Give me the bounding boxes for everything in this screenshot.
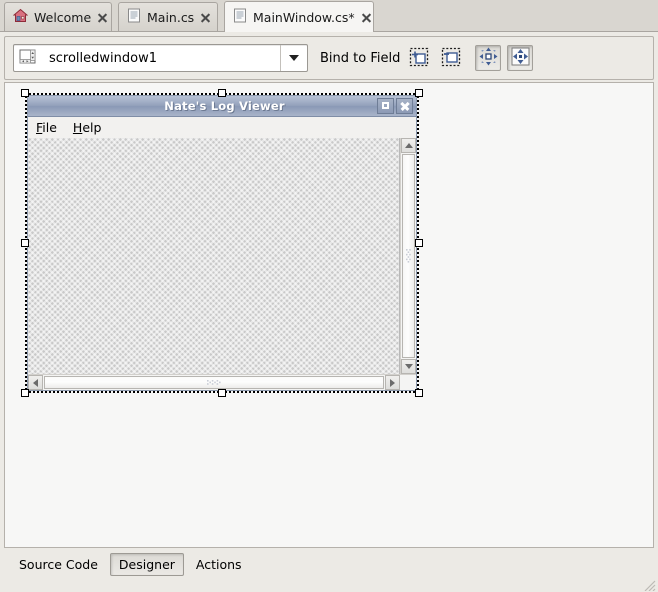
move-widget-button[interactable] [475, 45, 502, 71]
mock-window-title: Nate's Log Viewer [164, 99, 285, 113]
selection-handle-top-left[interactable] [21, 89, 29, 97]
scrolledwindow-widget[interactable] [28, 138, 416, 390]
chevron-down-icon[interactable] [281, 45, 307, 71]
view-tab-actions[interactable]: Actions [187, 553, 251, 576]
move-arrows-icon [479, 47, 498, 69]
titlebar-button-group [377, 98, 416, 114]
horizontal-scrollbar-thumb[interactable] [44, 376, 384, 389]
vertical-scrollbar[interactable] [400, 138, 416, 374]
mock-window-preview[interactable]: Nate's Log Viewer File Help [27, 95, 417, 391]
mock-window-menubar: File Help [28, 117, 416, 138]
insert-box-icon [441, 47, 461, 70]
designer-canvas[interactable]: Nate's Log Viewer File Help [4, 82, 654, 548]
selection-handle-bottom-right[interactable] [415, 389, 423, 397]
selection-handle-bottom-left[interactable] [21, 389, 29, 397]
editor-tab-mainwindow-cs[interactable]: MainWindow.cs* [224, 1, 374, 32]
home-icon [12, 8, 29, 26]
view-tab-source-code[interactable]: Source Code [10, 553, 107, 576]
selection-handle-top-right[interactable] [415, 89, 423, 97]
designer-toolbar: scrolledwindow1 Bind to Field [4, 36, 654, 80]
editor-tab-welcome[interactable]: Welcome [4, 2, 112, 31]
editor-tabstrip: Welcome Main.cs MainWindow.cs* [0, 0, 658, 32]
close-icon[interactable] [97, 12, 108, 23]
selection-handle-bottom-center[interactable] [218, 389, 226, 397]
scrolledwindow-viewport-placeholder[interactable] [28, 138, 400, 374]
close-icon[interactable] [361, 12, 372, 23]
triangle-left-icon[interactable] [28, 375, 43, 390]
close-icon[interactable] [200, 12, 211, 23]
add-box-icon [409, 47, 429, 70]
editor-tab-label: MainWindow.cs* [253, 9, 355, 25]
document-icon [233, 8, 247, 26]
widget-selector-combobox[interactable]: scrolledwindow1 [13, 44, 308, 72]
maximize-icon [382, 102, 389, 109]
view-tab-designer[interactable]: Designer [109, 553, 184, 576]
widget-selector-value: scrolledwindow1 [49, 50, 157, 66]
selection-handle-top-center[interactable] [218, 89, 226, 97]
grip-icon [207, 380, 221, 385]
grip-icon [406, 249, 411, 263]
mock-window-titlebar[interactable]: Nate's Log Viewer [28, 96, 416, 117]
window-resize-grip[interactable] [642, 579, 656, 591]
bind-to-field-label: Bind to Field [320, 50, 401, 66]
selection-handle-middle-left[interactable] [21, 239, 29, 247]
editor-tab-label: Main.cs [147, 9, 195, 25]
editor-tab-main-cs[interactable]: Main.cs [118, 2, 218, 31]
close-button[interactable] [396, 98, 413, 114]
triangle-right-icon[interactable] [385, 375, 400, 390]
scrolledwindow-body [28, 138, 416, 374]
maximize-button[interactable] [377, 98, 394, 114]
insert-widget-button[interactable] [438, 45, 464, 71]
editor-tab-label: Welcome [34, 9, 92, 25]
triangle-down-icon[interactable] [401, 359, 416, 374]
menu-item-help[interactable]: Help [73, 120, 102, 135]
resize-diamond-icon [511, 47, 530, 69]
designer-view-tabbar: Source Code Designer Actions [4, 550, 654, 579]
designer-toolbar-inner: scrolledwindow1 Bind to Field [5, 37, 653, 79]
selection-handle-middle-right[interactable] [415, 239, 423, 247]
widget-selection-frame: Nate's Log Viewer File Help [21, 89, 423, 397]
scrolledwindow-icon [17, 47, 41, 69]
scrollbar-corner [400, 375, 416, 390]
document-icon [127, 8, 141, 26]
monodevelop-designer-window: Welcome Main.cs MainWindow.cs* scrolledw… [0, 0, 658, 592]
triangle-up-icon[interactable] [401, 138, 416, 153]
menu-item-file[interactable]: File [36, 120, 57, 135]
add-widget-button[interactable] [406, 45, 432, 71]
resize-widget-button[interactable] [507, 45, 534, 71]
horizontal-scrollbar[interactable] [28, 374, 416, 390]
vertical-scrollbar-thumb[interactable] [402, 154, 415, 358]
